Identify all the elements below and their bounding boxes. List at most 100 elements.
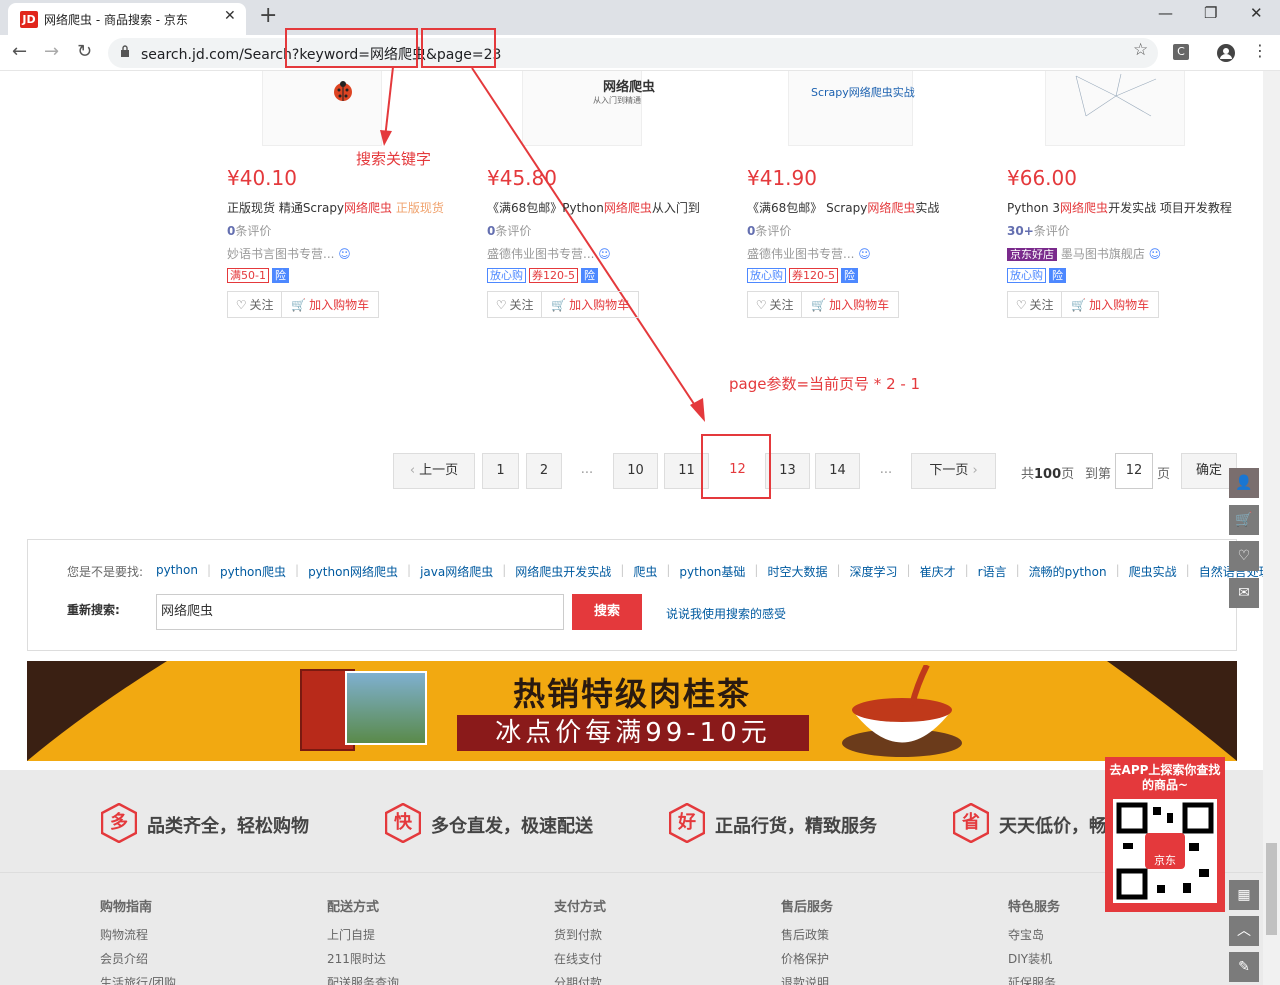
footer-divider xyxy=(0,872,1280,873)
add-to-cart-button[interactable]: 🛒 加入购物车 xyxy=(1062,292,1158,317)
product-card: ¥40.10 正版现货 精通Scrapy网络爬虫 正版现货 0条评价 妙语书言图… xyxy=(227,166,467,318)
banner-subtitle: 冰点价每满99-10元 xyxy=(457,715,809,751)
qr-code-icon[interactable]: ▦ xyxy=(1229,880,1259,910)
chat-icon[interactable]: ☺ xyxy=(1149,247,1162,261)
footer-link[interactable]: 价格保护 xyxy=(781,950,833,967)
slogan-icon-text: 多 xyxy=(110,812,128,833)
chat-icon[interactable]: ☺ xyxy=(338,247,351,261)
assurance-tag: 放心购 xyxy=(487,268,526,283)
account-icon[interactable]: 👤 xyxy=(1229,468,1259,498)
footer-link[interactable]: 延保服务 xyxy=(1008,974,1060,985)
page-button[interactable]: 14 xyxy=(815,453,860,489)
prev-page-button[interactable]: ‹ 上一页 xyxy=(393,453,475,489)
assurance-tag: 放心购 xyxy=(747,268,786,283)
product-card: ¥45.80 《满68包邮》Python网络爬虫从入门到 0条评价 盛德伟业图书… xyxy=(487,166,727,318)
page-button[interactable]: 13 xyxy=(765,453,810,489)
add-to-cart-button[interactable]: 🛒 加入购物车 xyxy=(542,292,638,317)
related-keyword[interactable]: 崔庆才 xyxy=(920,563,956,580)
shop-name[interactable]: 盛德伟业图书专营... ☺ xyxy=(487,245,727,262)
follow-button[interactable]: ♡ 关注 xyxy=(228,292,283,317)
product-tags: 满50-1 险 xyxy=(227,268,467,283)
related-keyword[interactable]: 爬虫 xyxy=(633,563,657,580)
slogan-icon-text: 好 xyxy=(678,812,696,833)
next-page-button[interactable]: 下一页 › xyxy=(911,453,996,489)
product-reviews[interactable]: 0条评价 xyxy=(747,222,987,239)
back-to-top-icon[interactable]: ︿ xyxy=(1229,916,1259,946)
follow-button[interactable]: ♡ 关注 xyxy=(1008,292,1063,317)
title-text: 正版现货 精通Scrapy xyxy=(227,201,345,215)
shop-name-text: 盛德伟业图书专营... xyxy=(487,247,595,261)
footer-link[interactable]: 退款说明 xyxy=(781,974,833,985)
feedback-edit-icon[interactable]: ✎ xyxy=(1229,952,1259,982)
goto-page-input[interactable]: 12 xyxy=(1115,453,1153,489)
related-keyword[interactable]: 爬虫实战 xyxy=(1129,563,1177,580)
cart-icon[interactable]: 🛒 xyxy=(1229,505,1259,535)
related-keyword[interactable]: python网络爬虫 xyxy=(308,563,398,580)
follow-button[interactable]: ♡ 关注 xyxy=(488,292,543,317)
ad-banner[interactable]: 热销特级肉桂茶 冰点价每满99-10元 xyxy=(27,661,1237,761)
related-keyword[interactable]: python基础 xyxy=(679,563,745,580)
page-annotation: page参数=当前页号 * 2 - 1 xyxy=(729,375,921,393)
footer-link[interactable]: 夺宝岛 xyxy=(1008,926,1060,943)
product-title[interactable]: Python 3网络爬虫开发实战 项目开发教程 xyxy=(1007,199,1247,216)
app-promo-text: 去APP上探索你查找的商品~ xyxy=(1109,763,1221,792)
follow-button[interactable]: ♡ 关注 xyxy=(748,292,803,317)
related-keyword[interactable]: python xyxy=(156,563,198,580)
coupon-tag: 券120-5 xyxy=(529,268,578,283)
chat-icon[interactable]: ☺ xyxy=(858,247,871,261)
chat-icon[interactable]: ☺ xyxy=(598,247,611,261)
related-keyword[interactable]: r语言 xyxy=(978,563,1007,580)
message-icon[interactable]: ✉ xyxy=(1229,578,1259,608)
review-label: 条评价 xyxy=(235,224,272,238)
product-reviews[interactable]: 0条评价 xyxy=(227,222,467,239)
page-button[interactable]: 10 xyxy=(613,453,658,489)
page-button[interactable]: 1 xyxy=(482,453,519,489)
shop-name[interactable]: 妙语书言图书专营... ☺ xyxy=(227,245,467,262)
shop-name[interactable]: 盛德伟业图书专营... ☺ xyxy=(747,245,987,262)
related-keyword[interactable]: 流畅的python xyxy=(1029,563,1107,580)
scrollbar-thumb[interactable] xyxy=(1266,843,1277,935)
product-title[interactable]: 正版现货 精通Scrapy网络爬虫 正版现货 xyxy=(227,199,467,216)
footer-link[interactable]: 售后政策 xyxy=(781,926,833,943)
insurance-tag: 险 xyxy=(271,268,289,283)
related-keyword[interactable]: python爬虫 xyxy=(220,563,286,580)
footer-link[interactable]: 货到付款 xyxy=(554,926,606,943)
page-scrollbar[interactable] xyxy=(1263,71,1280,985)
product-reviews[interactable]: 30+条评价 xyxy=(1007,222,1247,239)
footer-link[interactable]: 在线支付 xyxy=(554,950,606,967)
footer-link[interactable]: 211限时达 xyxy=(327,950,399,967)
product-title[interactable]: 《满68包邮》 Scrapy网络爬虫实战 xyxy=(747,199,987,216)
footer-link[interactable]: 分期付款 xyxy=(554,974,606,985)
footer-link[interactable]: 购物流程 xyxy=(100,926,176,943)
product-title[interactable]: 《满68包邮》Python网络爬虫从入门到 xyxy=(487,199,727,216)
footer-link[interactable]: DIY装机 xyxy=(1008,950,1060,967)
app-promo-panel[interactable]: 去APP上探索你查找的商品~ 京东 xyxy=(1105,757,1225,912)
footer-column: 特色服务 夺宝岛 DIY装机 延保服务 xyxy=(1008,896,1060,985)
feedback-link[interactable]: 说说我使用搜索的感受 xyxy=(666,605,786,622)
related-keyword[interactable]: java网络爬虫 xyxy=(420,563,493,580)
shop-name[interactable]: 京东好店 墨马图书旗舰店 ☺ xyxy=(1007,245,1247,262)
coupon-tag: 券120-5 xyxy=(789,268,838,283)
add-to-cart-button[interactable]: 🛒 加入购物车 xyxy=(802,292,898,317)
product-tags: 放心购险 xyxy=(1007,268,1247,283)
cart-icon: 🛒 xyxy=(1071,297,1087,312)
footer-link[interactable]: 生活旅行/团购 xyxy=(100,974,176,985)
product-actions: ♡ 关注 🛒 加入购物车 xyxy=(227,291,379,318)
footer-column: 售后服务 售后政策 价格保护 退款说明 xyxy=(781,896,833,985)
research-button[interactable]: 搜索 xyxy=(572,594,642,630)
footer-link[interactable]: 配送服务查询 xyxy=(327,974,399,985)
footer-link[interactable]: 会员介绍 xyxy=(100,950,176,967)
related-keyword[interactable]: 深度学习 xyxy=(850,563,898,580)
related-keyword[interactable]: 网络爬虫开发实战 xyxy=(515,563,611,580)
footer-column-title: 支付方式 xyxy=(554,900,607,915)
related-keyword[interactable]: 时空大数据 xyxy=(767,563,827,580)
page-button[interactable]: 2 xyxy=(526,453,562,489)
footer-link[interactable]: 上门自提 xyxy=(327,926,399,943)
current-page-highlight-box xyxy=(701,434,771,499)
footer-column-title: 购物指南 xyxy=(100,900,153,915)
product-reviews[interactable]: 0条评价 xyxy=(487,222,727,239)
favorites-heart-icon[interactable]: ♡ xyxy=(1229,541,1259,571)
add-to-cart-button[interactable]: 🛒 加入购物车 xyxy=(282,292,378,317)
product-actions: ♡ 关注 🛒 加入购物车 xyxy=(747,291,899,318)
research-input[interactable]: 网络爬虫 xyxy=(156,594,564,630)
